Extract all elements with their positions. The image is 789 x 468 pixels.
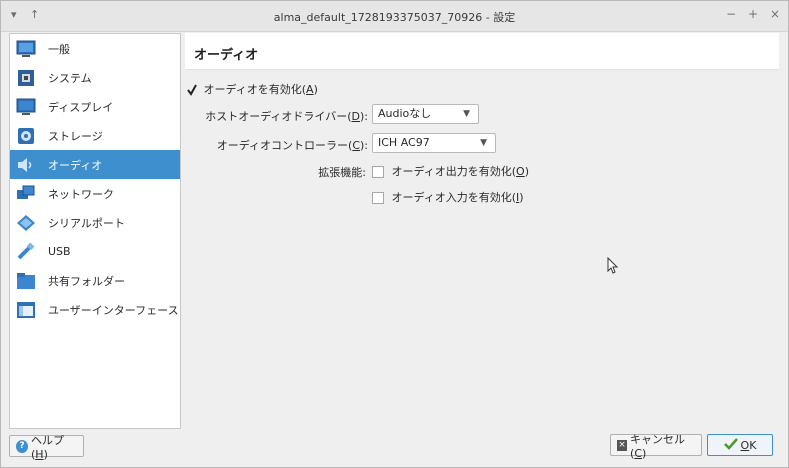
sidebar-item-label: オーディオ <box>48 158 103 172</box>
sidebar-item-serial-port[interactable]: シリアルポート <box>10 208 180 237</box>
page-header: オーディオ <box>185 33 779 70</box>
sidebar-item-shared-folder[interactable]: 共有フォルダー <box>10 266 180 295</box>
maximize-button[interactable]: + <box>748 7 758 21</box>
sidebar-item-audio[interactable]: オーディオ <box>10 150 180 179</box>
settings-sidebar: 一般 システム ディスプレイ ストレージ オーディオ ネットワーク シリアルポー… <box>9 33 181 429</box>
enable-audio-checkbox[interactable] <box>187 84 197 96</box>
chevron-down-icon: ▼ <box>480 138 487 148</box>
mouse-cursor-icon <box>607 256 619 278</box>
page-title: オーディオ <box>194 48 259 63</box>
shared-folder-icon <box>16 271 36 291</box>
cancel-icon: × <box>617 439 628 451</box>
audio-input-label[interactable]: オーディオ入力を有効化(I) <box>392 191 524 204</box>
audio-settings-panel: オーディオ オーディオを有効化(A) ホストオーディオドライバー(D): Aud… <box>185 33 781 427</box>
sidebar-item-storage[interactable]: ストレージ <box>10 121 180 150</box>
sidebar-item-label: 一般 <box>48 42 70 56</box>
usb-icon <box>16 242 36 262</box>
sidebar-item-label: ディスプレイ <box>48 100 114 114</box>
ok-button-label: OK <box>740 438 757 452</box>
audio-input-checkbox[interactable] <box>372 192 384 204</box>
audio-output-row: オーディオ出力を有効化(O) <box>372 163 529 179</box>
controller-select[interactable]: ICH AC97 ▼ <box>372 133 496 153</box>
display-icon <box>16 97 36 117</box>
checkmark-icon <box>723 437 738 453</box>
cancel-button[interactable]: × キャンセル(C) <box>610 433 702 460</box>
enable-audio-label[interactable]: オーディオを有効化(A) <box>204 83 318 96</box>
enable-audio-row: オーディオを有効化(A) <box>187 81 318 97</box>
help-button-label: ヘルプ(H) <box>30 433 64 461</box>
minimize-button[interactable]: − <box>726 7 736 21</box>
sidebar-item-label: ストレージ <box>48 129 103 143</box>
sidebar-item-display[interactable]: ディスプレイ <box>10 92 180 121</box>
sidebar-item-label: システム <box>48 71 92 85</box>
title-bar: ▾ ↑ alma_default_1728193375037_70926 - 設… <box>1 1 788 32</box>
window-title: alma_default_1728193375037_70926 - 設定 <box>273 11 516 24</box>
help-button[interactable]: ? ヘルプ(H) <box>9 434 84 461</box>
sidebar-item-label: USB <box>48 245 71 258</box>
ok-button[interactable]: OK <box>707 434 773 456</box>
audio-output-checkbox[interactable] <box>372 166 384 178</box>
sidebar-item-general[interactable]: 一般 <box>10 34 180 63</box>
serial-port-icon <box>16 213 36 233</box>
help-icon: ? <box>16 439 28 453</box>
controller-label: オーディオコントローラー(C): <box>216 139 368 152</box>
sidebar-item-network[interactable]: ネットワーク <box>10 179 180 208</box>
host-driver-select[interactable]: Audioなし ▼ <box>372 104 479 124</box>
network-icon <box>16 184 36 204</box>
sidebar-item-system[interactable]: システム <box>10 63 180 92</box>
user-interface-icon <box>16 300 36 320</box>
cancel-button-label: キャンセル(C) <box>630 432 686 460</box>
sidebar-item-label: シリアルポート <box>48 216 125 230</box>
host-driver-label: ホストオーディオドライバー(D): <box>205 110 368 123</box>
chevron-down-icon: ▼ <box>463 109 470 119</box>
system-icon <box>16 68 36 88</box>
audio-output-label[interactable]: オーディオ出力を有効化(O) <box>392 165 530 178</box>
settings-window: ▾ ↑ alma_default_1728193375037_70926 - 設… <box>0 0 789 468</box>
close-button[interactable]: × <box>770 7 780 21</box>
audio-input-row: オーディオ入力を有効化(I) <box>372 189 524 205</box>
title-bar-right-controls: − + × <box>718 7 780 21</box>
storage-icon <box>16 126 36 146</box>
sidebar-item-label: ネットワーク <box>48 187 114 201</box>
sidebar-item-user-interface[interactable]: ユーザーインターフェース <box>10 295 180 324</box>
audio-icon <box>16 155 36 175</box>
sidebar-item-usb[interactable]: USB <box>10 237 180 266</box>
sidebar-item-label: ユーザーインターフェース <box>48 303 179 317</box>
extended-features-label: 拡張機能: <box>318 166 366 179</box>
general-icon <box>16 39 36 59</box>
sidebar-item-label: 共有フォルダー <box>48 274 125 288</box>
